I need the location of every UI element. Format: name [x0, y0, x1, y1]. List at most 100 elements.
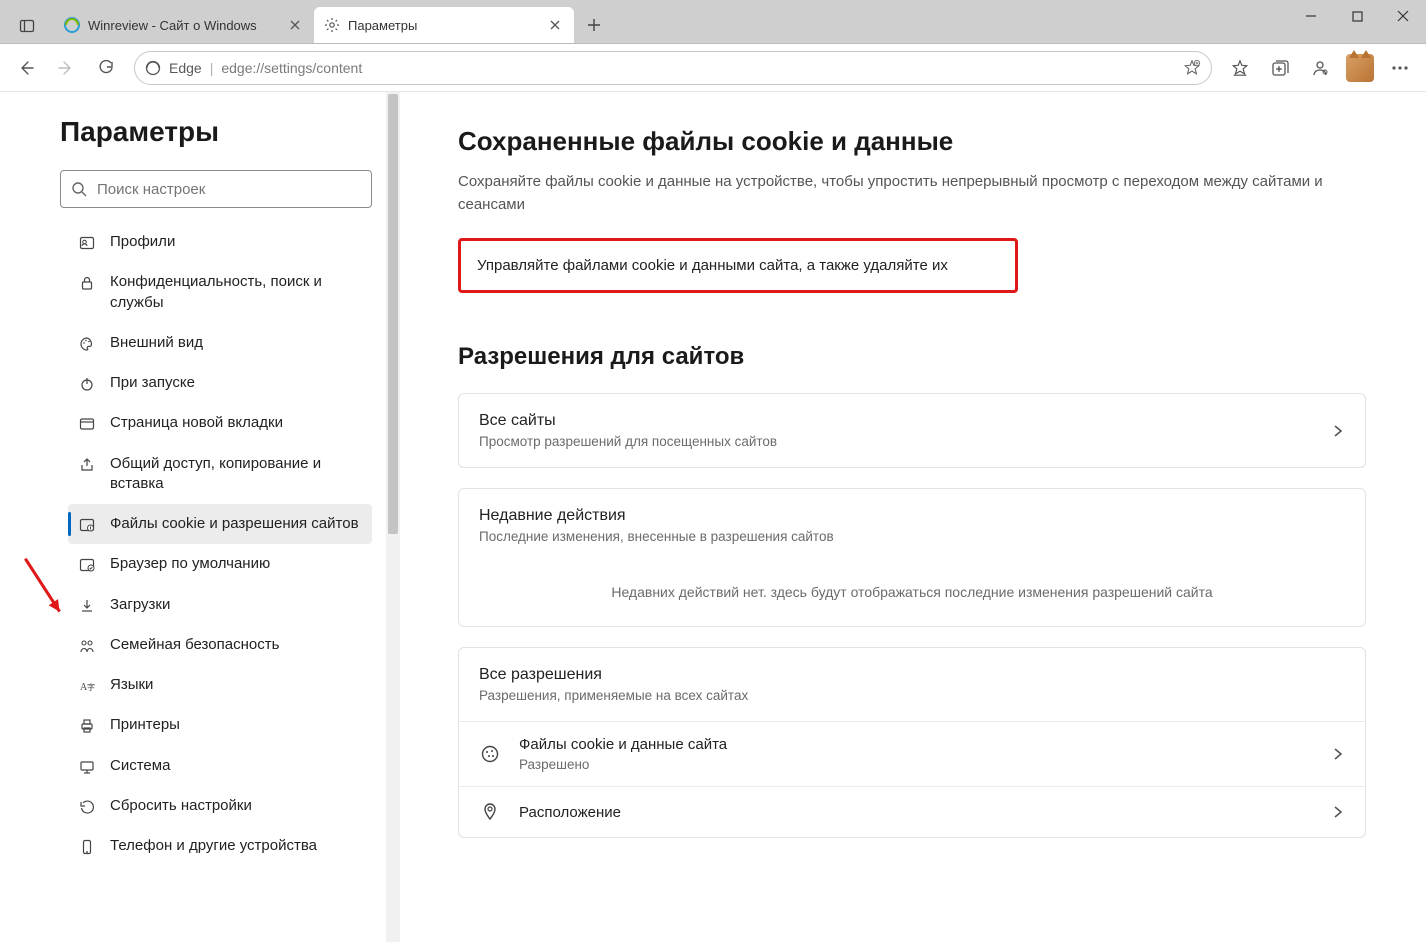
sidebar-item-profiles[interactable]: Профили — [68, 222, 372, 262]
tab-close-button[interactable] — [546, 16, 564, 34]
manage-cookies-row[interactable]: Управляйте файлами cookie и данными сайт… — [458, 238, 1018, 293]
monitor-icon — [78, 758, 96, 776]
phone-icon — [78, 838, 96, 856]
search-input[interactable] — [97, 181, 361, 198]
settings-search[interactable] — [60, 170, 372, 208]
search-icon — [71, 181, 87, 197]
sidebar-item-phone[interactable]: Телефон и другие устройства — [68, 826, 372, 866]
cookie-permissions-icon — [78, 516, 96, 534]
sidebar-item-share[interactable]: Общий доступ, копирование и вставка — [68, 444, 372, 505]
sidebar-item-label: Принтеры — [110, 715, 180, 735]
all-permissions-card: Все разрешения Разрешения, применяемые н… — [458, 647, 1366, 838]
tab-actions-button[interactable] — [8, 9, 46, 43]
sidebar-item-label: Система — [110, 756, 170, 776]
maximize-button[interactable] — [1334, 0, 1380, 32]
sidebar-item-label: Конфиденциальность, поиск и службы — [110, 272, 360, 313]
tab-close-button[interactable] — [286, 16, 304, 34]
window-plus-icon — [78, 415, 96, 433]
sidebar-item-privacy[interactable]: Конфиденциальность, поиск и службы — [68, 262, 372, 323]
sidebar-item-newtab[interactable]: Страница новой вкладки — [68, 403, 372, 443]
sidebar-item-label: Страница новой вкладки — [110, 413, 283, 433]
close-window-button[interactable] — [1380, 0, 1426, 32]
permission-row-location[interactable]: Расположение — [459, 786, 1365, 837]
browser-check-icon — [78, 556, 96, 574]
settings-content: Сохраненные файлы cookie и данные Сохран… — [400, 92, 1426, 942]
chevron-right-icon — [1331, 805, 1345, 819]
collections-button[interactable] — [1262, 50, 1298, 86]
all-permissions-title: Все разрешения — [479, 666, 748, 684]
all-sites-row[interactable]: Все сайты Просмотр разрешений для посеще… — [458, 393, 1366, 468]
arrow-left-icon — [17, 59, 35, 77]
sidebar-item-languages[interactable]: A字 Языки — [68, 665, 372, 705]
minimize-button[interactable] — [1288, 0, 1334, 32]
edge-protocol-icon — [145, 60, 161, 76]
sidebar-item-default-browser[interactable]: Браузер по умолчанию — [68, 544, 372, 584]
arrow-right-icon — [57, 59, 75, 77]
sidebar-item-system[interactable]: Система — [68, 746, 372, 786]
address-url: edge://settings/content — [221, 60, 1175, 76]
new-tab-button[interactable] — [578, 9, 610, 41]
add-favorite-button[interactable] — [1183, 59, 1201, 77]
chevron-right-icon — [1331, 747, 1345, 761]
address-separator: | — [210, 60, 214, 76]
download-icon — [78, 597, 96, 615]
minimize-icon — [1305, 10, 1317, 22]
ellipsis-icon — [1391, 66, 1409, 70]
address-bar[interactable]: Edge | edge://settings/content — [134, 51, 1212, 85]
sidebar-scrollbar-thumb[interactable] — [388, 94, 398, 534]
tab-winreview[interactable]: Winreview - Сайт о Windows — [54, 7, 314, 43]
profile-card-icon — [78, 234, 96, 252]
favorites-button[interactable] — [1222, 50, 1258, 86]
tab-title: Параметры — [348, 18, 538, 33]
sidebar-item-appearance[interactable]: Внешний вид — [68, 323, 372, 363]
titlebar: Winreview - Сайт о Windows Параметры — [0, 0, 1426, 44]
permission-row-cookies[interactable]: Файлы cookie и данные сайта Разрешено — [459, 721, 1365, 786]
window-controls — [1288, 0, 1426, 43]
sidebar-item-downloads[interactable]: Загрузки — [68, 585, 372, 625]
power-icon — [78, 375, 96, 393]
main: Параметры Профили Конфиденциальность, по… — [0, 92, 1426, 942]
tabs-row: Winreview - Сайт о Windows Параметры — [46, 0, 1288, 43]
profile-menu-button[interactable] — [1302, 50, 1338, 86]
sidebar-item-cookies[interactable]: Файлы cookie и разрешения сайтов — [68, 504, 372, 544]
sidebar-item-label: Браузер по умолчанию — [110, 554, 270, 574]
sidebar-item-label: Общий доступ, копирование и вставка — [110, 454, 360, 495]
plus-icon — [587, 18, 601, 32]
close-icon — [1397, 10, 1409, 22]
settings-sidebar: Параметры Профили Конфиденциальность, по… — [0, 92, 400, 942]
tab-settings[interactable]: Параметры — [314, 7, 574, 43]
tab-title: Winreview - Сайт о Windows — [88, 18, 278, 33]
more-menu-button[interactable] — [1382, 50, 1418, 86]
sidebar-item-family[interactable]: Семейная безопасность — [68, 625, 372, 665]
sidebar-item-printers[interactable]: Принтеры — [68, 705, 372, 745]
all-sites-desc: Просмотр разрешений для посещенных сайто… — [479, 434, 777, 449]
star-plus-icon — [1183, 59, 1201, 77]
edge-favicon-icon — [64, 17, 80, 33]
recent-activity-desc: Последние изменения, внесенные в разреше… — [479, 529, 834, 544]
person-icon — [1311, 59, 1329, 77]
recent-activity-card: Недавние действия Последние изменения, в… — [458, 488, 1366, 627]
sidebar-item-label: Языки — [110, 675, 153, 695]
sidebar-item-reset[interactable]: Сбросить настройки — [68, 786, 372, 826]
sidebar-item-label: Телефон и другие устройства — [110, 836, 317, 856]
permission-row-title: Файлы cookie и данные сайта — [519, 736, 1313, 753]
sidebar-item-label: При запуске — [110, 373, 195, 393]
sidebar-scrollbar[interactable] — [386, 92, 400, 942]
cookies-section-subtitle: Сохраняйте файлы cookie и данные на устр… — [458, 171, 1366, 216]
sidebar-item-startup[interactable]: При запуске — [68, 363, 372, 403]
refresh-icon — [97, 59, 115, 77]
forward-button[interactable] — [48, 50, 84, 86]
back-button[interactable] — [8, 50, 44, 86]
recent-activity-empty: Недавних действий нет. здесь будут отобр… — [459, 562, 1365, 626]
toolbar: Edge | edge://settings/content — [0, 44, 1426, 92]
printer-icon — [78, 717, 96, 735]
languages-icon: A字 — [78, 677, 96, 695]
cookies-section-title: Сохраненные файлы cookie и данные — [458, 126, 1366, 157]
refresh-button[interactable] — [88, 50, 124, 86]
avatar[interactable] — [1346, 54, 1374, 82]
family-icon — [78, 637, 96, 655]
sidebar-item-label: Семейная безопасность — [110, 635, 279, 655]
close-icon — [290, 20, 300, 30]
palette-icon — [78, 335, 96, 353]
permission-row-title: Расположение — [519, 804, 1313, 821]
